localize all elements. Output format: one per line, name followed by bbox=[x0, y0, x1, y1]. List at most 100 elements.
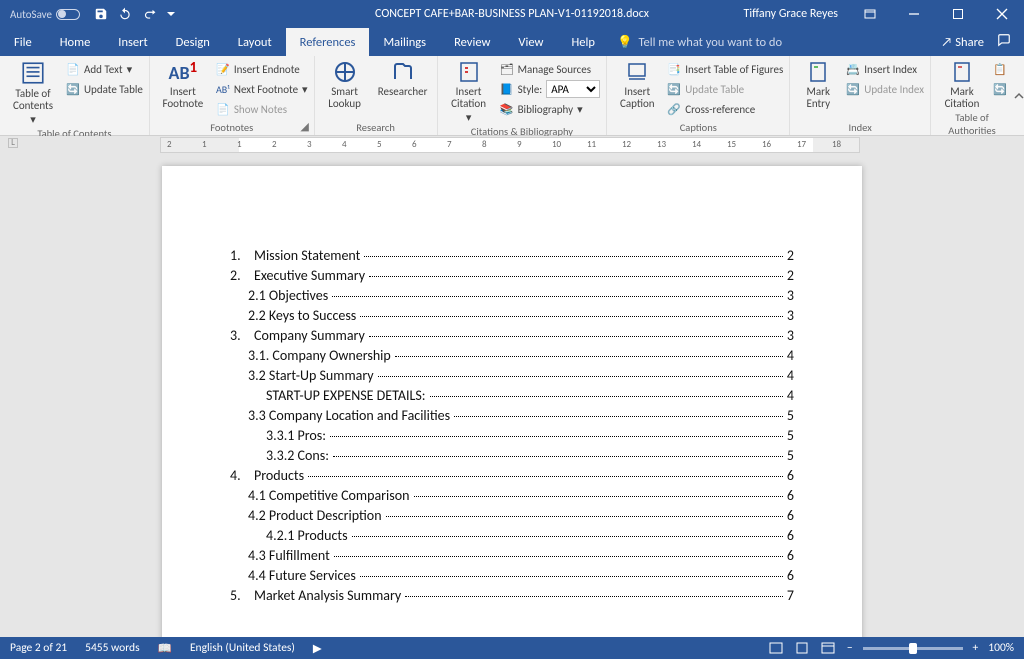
toc-entry[interactable]: 2.2 Keys to Success3 bbox=[248, 307, 794, 324]
manage-sources-icon: 🗂 bbox=[500, 62, 514, 76]
toc-number: 1. bbox=[230, 247, 254, 264]
tab-view[interactable]: View bbox=[504, 28, 557, 56]
autosave-toggle[interactable]: AutoSave bbox=[10, 8, 80, 21]
toc-entry[interactable]: 4.2.1 Products6 bbox=[266, 527, 794, 544]
read-mode-icon[interactable] bbox=[767, 640, 785, 656]
tell-me-search[interactable]: 💡 Tell me what you want to do bbox=[617, 35, 782, 50]
cross-reference-button[interactable]: 🔗Cross-reference bbox=[667, 100, 783, 118]
redo-icon[interactable] bbox=[142, 7, 156, 21]
toc-entry[interactable]: 5.Market Analysis Summary7 bbox=[230, 587, 794, 604]
toc-entry[interactable]: 3.Company Summary3 bbox=[230, 327, 794, 344]
qat-dropdown-icon[interactable] bbox=[166, 9, 176, 19]
print-layout-icon[interactable] bbox=[793, 640, 811, 656]
toc-leader bbox=[364, 256, 783, 257]
tab-file[interactable]: File bbox=[0, 28, 46, 56]
update-index-button[interactable]: 🔄Update Index bbox=[846, 80, 924, 98]
insert-caption-button[interactable]: Insert Caption bbox=[613, 58, 661, 110]
add-text-button[interactable]: 📄Add Text ▾ bbox=[66, 60, 143, 78]
toc-leader bbox=[360, 316, 783, 317]
toc-entry[interactable]: START-UP EXPENSE DETAILS:4 bbox=[266, 387, 794, 404]
insert-citation-button[interactable]: Insert Citation ▾ bbox=[444, 58, 494, 124]
toc-entry[interactable]: 4.1 Competitive Comparison6 bbox=[248, 487, 794, 504]
ruler-number: 3 bbox=[307, 139, 312, 150]
document-page[interactable]: 1.Mission Statement2 2.Executive Summary2… bbox=[162, 166, 862, 637]
tab-help[interactable]: Help bbox=[557, 28, 608, 56]
toc-entry[interactable]: 4.3 Fulfillment6 bbox=[248, 547, 794, 564]
insert-index-button[interactable]: 📇Insert Index bbox=[846, 60, 924, 78]
insert-footnote-button[interactable]: AB1 Insert Footnote bbox=[156, 58, 210, 110]
tab-selector[interactable]: L bbox=[8, 138, 18, 148]
mark-citation-button[interactable]: Mark Citation bbox=[937, 58, 987, 110]
show-notes-button[interactable]: 📄Show Notes bbox=[216, 100, 308, 118]
update-toa-button[interactable]: 🔄 bbox=[993, 80, 1007, 98]
undo-icon[interactable] bbox=[118, 7, 132, 21]
toc-label: START-UP EXPENSE DETAILS: bbox=[266, 387, 426, 404]
page-indicator[interactable]: Page 2 of 21 bbox=[10, 641, 67, 655]
horizontal-ruler[interactable]: 21123456789101112131415161718 bbox=[160, 137, 860, 153]
insert-figures-button[interactable]: 📑Insert Table of Figures bbox=[667, 60, 783, 78]
endnote-icon: 📝 bbox=[216, 62, 230, 76]
tab-review[interactable]: Review bbox=[440, 28, 504, 56]
toc-entry[interactable]: 4.4 Future Services6 bbox=[248, 567, 794, 584]
mark-entry-button[interactable]: Mark Entry bbox=[796, 58, 840, 110]
tab-layout[interactable]: Layout bbox=[224, 28, 286, 56]
collapse-ribbon-icon[interactable] bbox=[1013, 56, 1024, 135]
tab-home[interactable]: Home bbox=[46, 28, 105, 56]
toc-entry[interactable]: 2.1 Objectives3 bbox=[248, 287, 794, 304]
web-layout-icon[interactable] bbox=[819, 640, 837, 656]
zoom-in-button[interactable]: + bbox=[973, 641, 979, 655]
macro-icon[interactable]: ▶ bbox=[313, 641, 322, 656]
zoom-slider[interactable] bbox=[863, 647, 963, 650]
toc-leader bbox=[405, 596, 783, 597]
tab-mailings[interactable]: Mailings bbox=[369, 28, 440, 56]
user-name[interactable]: Tiffany Grace Reyes bbox=[743, 7, 838, 21]
toc-entry[interactable]: 3.3.2 Cons:5 bbox=[266, 447, 794, 464]
close-icon[interactable] bbox=[980, 0, 1024, 28]
insert-endnote-button[interactable]: 📝Insert Endnote bbox=[216, 60, 308, 78]
ribbon-display-icon[interactable] bbox=[848, 0, 892, 28]
next-footnote-button[interactable]: AB¹Next Footnote ▾ bbox=[216, 80, 308, 98]
researcher-button[interactable]: Researcher bbox=[375, 58, 431, 98]
toc-label: 3.3.1 Pros: bbox=[266, 427, 326, 444]
toc-entry[interactable]: 3.2 Start-Up Summary4 bbox=[248, 367, 794, 384]
toc-entry[interactable]: 3.1. Company Ownership4 bbox=[248, 347, 794, 364]
smart-lookup-button[interactable]: Smart Lookup bbox=[321, 58, 369, 110]
citation-style-select[interactable]: 📘 Style: APA bbox=[500, 80, 601, 98]
toc-entry[interactable]: 2.Executive Summary2 bbox=[230, 267, 794, 284]
tab-references[interactable]: References bbox=[286, 28, 370, 56]
table-of-contents-button[interactable]: Table of Contents ▾ bbox=[6, 58, 60, 126]
toc-label: 3.1. Company Ownership bbox=[248, 347, 391, 364]
toc-entry[interactable]: 3.3.1 Pros:5 bbox=[266, 427, 794, 444]
ruler-number: 4 bbox=[342, 139, 347, 150]
update-index-label: Update Index bbox=[864, 83, 924, 96]
minimize-icon[interactable] bbox=[892, 0, 936, 28]
toc-entry[interactable]: 3.3 Company Location and Facilities5 bbox=[248, 407, 794, 424]
manage-sources-label: Manage Sources bbox=[518, 63, 592, 76]
tab-design[interactable]: Design bbox=[162, 28, 224, 56]
update-table-button[interactable]: 🔄Update Table bbox=[66, 80, 143, 98]
spellcheck-icon[interactable]: 📖 bbox=[158, 641, 172, 656]
figures-icon: 📑 bbox=[667, 62, 681, 76]
share-button[interactable]: ↗ Share bbox=[941, 35, 984, 50]
word-count[interactable]: 5455 words bbox=[85, 641, 140, 655]
toc-entry[interactable]: 1.Mission Statement2 bbox=[230, 247, 794, 264]
update-captions-button[interactable]: 🔄Update Table bbox=[667, 80, 783, 98]
footnotes-dialog-launcher-icon[interactable]: ◢ bbox=[298, 119, 312, 133]
toc-entry[interactable]: 4.2 Product Description6 bbox=[248, 507, 794, 524]
style-dropdown[interactable]: APA bbox=[546, 80, 600, 98]
language-indicator[interactable]: English (United States) bbox=[190, 641, 295, 655]
document-area[interactable]: 1.Mission Statement2 2.Executive Summary2… bbox=[0, 154, 1024, 637]
maximize-icon[interactable] bbox=[936, 0, 980, 28]
smart-lookup-icon bbox=[333, 60, 357, 84]
toc-entry[interactable]: 4.Products6 bbox=[230, 467, 794, 484]
bibliography-button[interactable]: 📚Bibliography ▾ bbox=[500, 100, 601, 118]
next-footnote-label: Next Footnote bbox=[234, 83, 298, 96]
zoom-level[interactable]: 100% bbox=[988, 641, 1014, 655]
manage-sources-button[interactable]: 🗂 Manage Sources bbox=[500, 60, 601, 78]
document-title: CONCEPT CAFE+BAR-BUSINESS PLAN-V1-011920… bbox=[375, 7, 649, 21]
save-icon[interactable] bbox=[94, 7, 108, 21]
tab-insert[interactable]: Insert bbox=[104, 28, 161, 56]
zoom-out-button[interactable]: − bbox=[847, 641, 853, 655]
insert-toa-button[interactable]: 📋 bbox=[993, 60, 1007, 78]
comments-icon[interactable] bbox=[996, 33, 1012, 51]
